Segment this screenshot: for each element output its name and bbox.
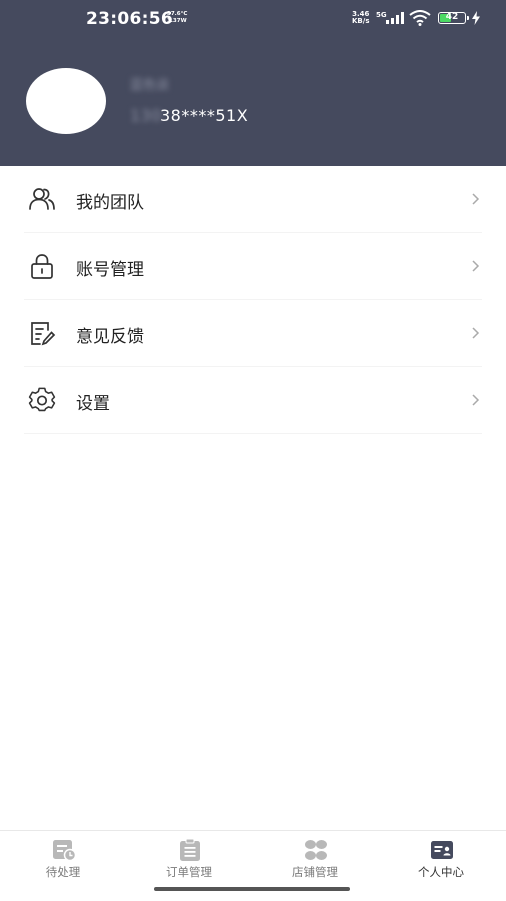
user-name: 蓝色谈: [130, 78, 170, 93]
tab-orders[interactable]: 订单管理: [126, 831, 252, 891]
tab-profile[interactable]: 个人中心: [378, 831, 504, 891]
network-speed: 3.46 KB/s: [352, 11, 369, 25]
menu-item-label: 账号管理: [76, 260, 144, 280]
status-temp-power: 37.6°C 3.37W: [167, 11, 187, 25]
menu-item-label: 设置: [76, 394, 110, 414]
battery-tip: [467, 16, 469, 20]
menu-item-label: 意见反馈: [76, 327, 144, 347]
clipboard-icon: [180, 839, 200, 861]
chevron-right-icon: [472, 327, 480, 339]
network-speed-unit: KB/s: [352, 17, 370, 25]
phone-prefix: 130: [130, 106, 163, 125]
wifi-icon: [409, 10, 431, 26]
team-icon: [29, 188, 55, 210]
menu-item-settings[interactable]: 设置: [24, 367, 482, 434]
tab-label: 待处理: [45, 865, 81, 879]
menu-item-my-team[interactable]: 我的团队: [24, 166, 482, 233]
menu-item-label: 我的团队: [76, 193, 144, 213]
gear-icon: [28, 387, 56, 412]
charging-icon: [472, 11, 480, 25]
avatar[interactable]: [26, 68, 106, 134]
profile-card-icon: [431, 841, 453, 859]
signal-icon: [386, 12, 404, 24]
battery-level: 42: [445, 12, 459, 22]
phone-visible: 38****51X: [160, 106, 249, 125]
profile-header: 23:06:56 37.6°C 3.37W 3.46 KB/s 5G 42 蓝色…: [0, 0, 506, 166]
tab-label: 店铺管理: [292, 865, 338, 879]
tab-store[interactable]: 店铺管理: [252, 831, 378, 891]
chevron-right-icon: [472, 260, 480, 272]
menu-item-feedback[interactable]: 意见反馈: [24, 300, 482, 367]
feedback-icon: [31, 322, 56, 346]
battery-icon: 42: [438, 12, 469, 24]
pending-icon: [53, 840, 76, 861]
menu-item-account[interactable]: 账号管理: [24, 233, 482, 300]
store-grid-icon: [305, 840, 327, 860]
tab-pending[interactable]: 待处理: [0, 831, 126, 891]
status-power: 3.37W: [167, 18, 187, 24]
menu-list: 我的团队 账号管理 意见反馈 设置: [0, 166, 506, 434]
lock-icon: [31, 254, 53, 279]
status-temp: 37.6°C: [167, 11, 188, 17]
status-time: 23:06:56: [86, 9, 173, 29]
home-indicator[interactable]: [154, 887, 350, 891]
status-bar: 23:06:56 37.6°C 3.37W 3.46 KB/s 5G 42: [0, 0, 506, 40]
user-phone: 13038****51X: [130, 106, 248, 125]
tab-label: 个人中心: [418, 865, 464, 879]
chevron-right-icon: [472, 193, 480, 205]
tab-label: 订单管理: [166, 865, 212, 879]
chevron-right-icon: [472, 394, 480, 406]
